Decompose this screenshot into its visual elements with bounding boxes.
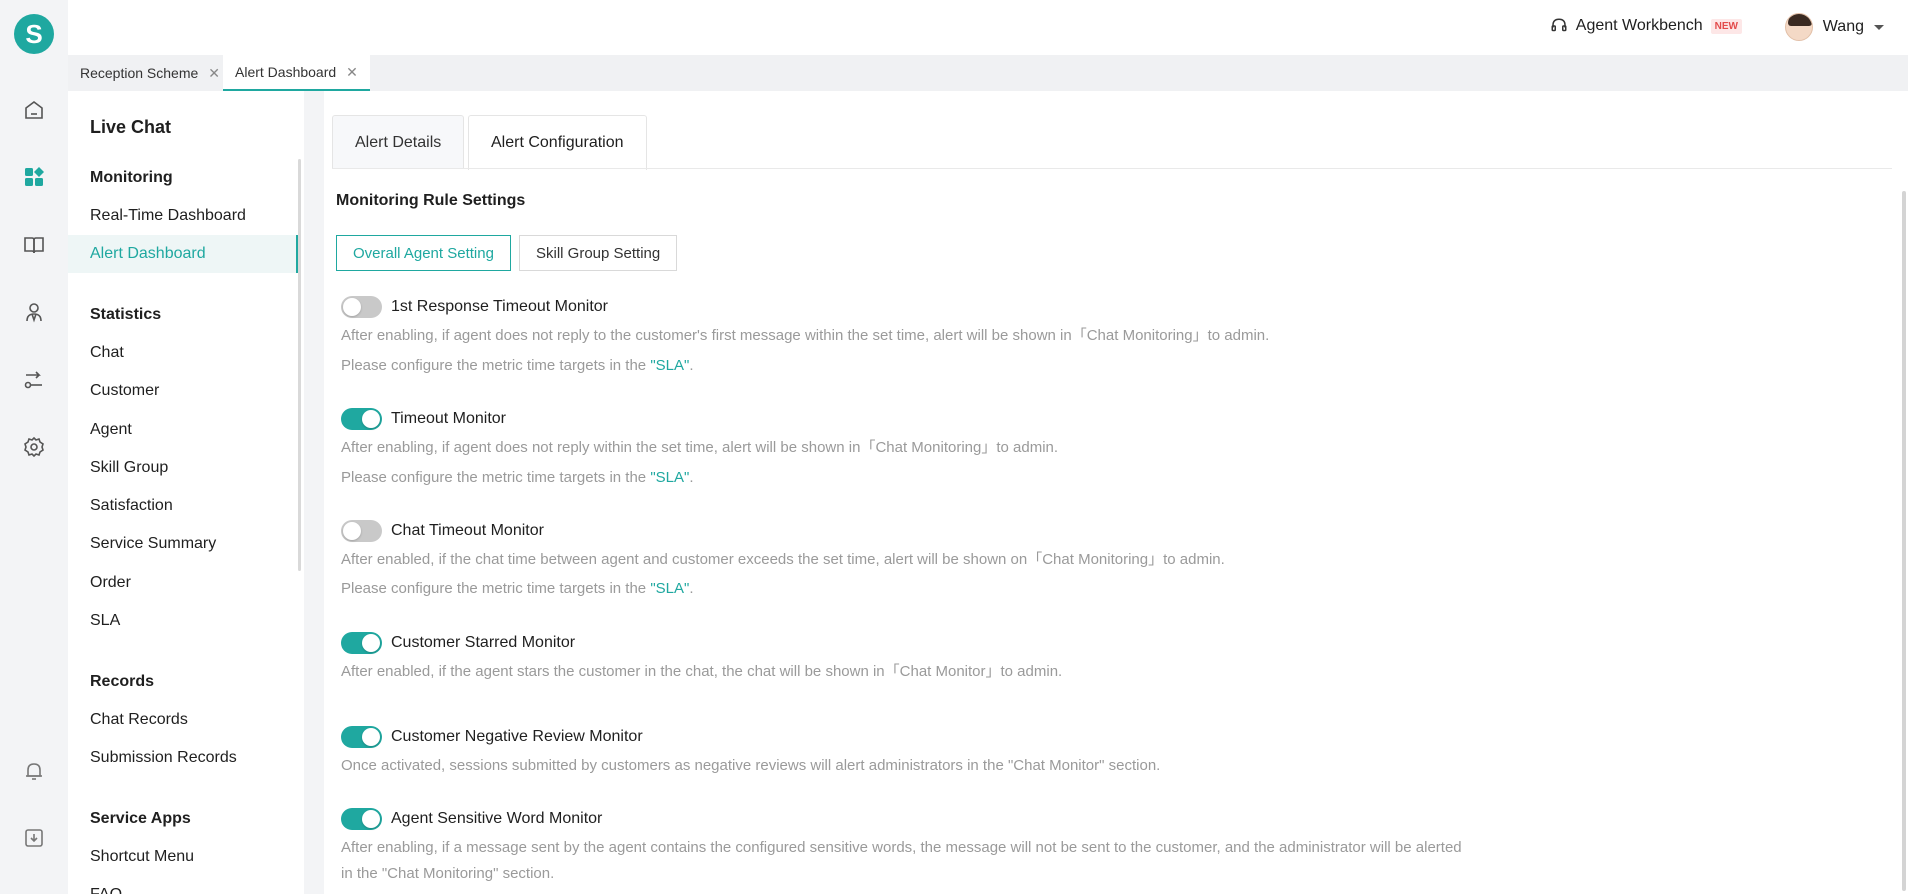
dashboard-icon[interactable] — [20, 163, 48, 191]
monitor-title: Agent Sensitive Word Monitor — [391, 810, 603, 827]
user-name: Wang — [1822, 18, 1864, 35]
alert-config-card: Alert Details Alert Configuration Monito… — [324, 91, 1908, 894]
sidebar-item-service-summary[interactable]: Service Summary — [68, 525, 298, 563]
monitor-description: After enabled, if the agent stars the cu… — [341, 663, 1063, 680]
overall-agent-setting-button[interactable]: Overall Agent Setting — [336, 235, 511, 271]
monitor-first-response-timeout: 1st Response Timeout Monitor — [341, 296, 608, 318]
customer-starred-monitor-toggle[interactable] — [341, 632, 382, 654]
monitor-description: After enabling, if agent does not reply … — [341, 327, 1270, 344]
download-icon[interactable] — [20, 824, 48, 852]
sidebar-scrollbar[interactable] — [298, 159, 301, 571]
monitor-title: Customer Starred Monitor — [391, 634, 576, 651]
avatar — [1784, 13, 1813, 41]
sidebar-item-chat-records[interactable]: Chat Records — [68, 701, 298, 739]
monitor-description: After enabling, if a message sent by the… — [341, 839, 1462, 882]
icon-rail: S — [0, 0, 68, 894]
monitor-description: Once activated, sessions submitted by cu… — [341, 757, 1161, 774]
timeout-monitor-toggle[interactable] — [341, 408, 382, 430]
sla-hint: Please configure the metric time targets… — [341, 580, 694, 597]
content-scrollbar[interactable] — [1902, 191, 1906, 891]
monitor-chat-timeout: Chat Timeout Monitor — [341, 520, 544, 542]
section-monitoring: Monitoring — [90, 169, 173, 186]
monitor-title: 1st Response Timeout Monitor — [391, 298, 608, 315]
section-service-apps: Service Apps — [90, 810, 191, 827]
page-tab-strip: Reception Scheme ✕ Alert Dashboard ✕ — [68, 55, 1908, 91]
first-response-timeout-toggle[interactable] — [341, 296, 382, 318]
routing-icon[interactable] — [20, 366, 48, 394]
page-tab-label: Reception Scheme — [80, 65, 199, 81]
sidebar-item-order[interactable]: Order — [68, 564, 298, 602]
top-bar: Agent Workbench NEW Wang — [68, 0, 1908, 55]
sidebar-item-skill-group[interactable]: Skill Group — [68, 449, 298, 487]
sla-link[interactable]: "SLA" — [650, 469, 689, 486]
tab-alert-configuration[interactable]: Alert Configuration — [468, 115, 647, 170]
sidebar-item-faq[interactable]: FAQ — [68, 876, 298, 894]
main-area: Alert Details Alert Configuration Monito… — [304, 91, 1908, 894]
new-badge: NEW — [1710, 18, 1742, 34]
sla-link[interactable]: "SLA" — [650, 580, 689, 597]
sla-hint: Please configure the metric time targets… — [341, 469, 694, 486]
user-menu[interactable]: Wang — [1784, 13, 1884, 41]
page-tab-label: Alert Dashboard — [235, 64, 337, 80]
monitor-title: Chat Timeout Monitor — [391, 522, 544, 539]
customer-negative-review-monitor-toggle[interactable] — [341, 726, 382, 748]
sidebar-item-chat[interactable]: Chat — [68, 334, 298, 372]
sidebar-title: Live Chat — [90, 117, 172, 137]
tab-divider — [332, 168, 1892, 169]
skill-group-setting-button[interactable]: Skill Group Setting — [519, 235, 678, 271]
page-tab-alert-dashboard[interactable]: Alert Dashboard ✕ — [223, 55, 370, 91]
monitor-description: After enabling, if agent does not reply … — [341, 439, 1059, 456]
chat-timeout-monitor-toggle[interactable] — [341, 520, 382, 542]
monitor-description: After enabled, if the chat time between … — [341, 551, 1225, 568]
knowledge-book-icon[interactable] — [20, 231, 48, 259]
section-records: Records — [90, 673, 155, 690]
agent-workbench-label: Agent Workbench — [1575, 17, 1703, 34]
section-statistics: Statistics — [90, 306, 162, 323]
close-icon[interactable]: ✕ — [208, 65, 220, 82]
sidebar-item-agent[interactable]: Agent — [68, 411, 298, 449]
sidebar-item-submission-records[interactable]: Submission Records — [68, 739, 298, 777]
monitor-title: Customer Negative Review Monitor — [391, 728, 643, 745]
sla-link[interactable]: "SLA" — [650, 357, 689, 374]
sidebar-item-shortcut-menu[interactable]: Shortcut Menu — [68, 838, 298, 876]
monitoring-rule-settings-title: Monitoring Rule Settings — [336, 192, 526, 209]
notification-bell-icon[interactable] — [20, 757, 48, 785]
tab-alert-details[interactable]: Alert Details — [332, 115, 465, 169]
app-logo[interactable]: S — [14, 14, 54, 54]
user-badge-icon[interactable] — [20, 298, 48, 326]
sidebar-item-customer[interactable]: Customer — [68, 372, 298, 410]
sidebar: Live Chat Monitoring Real-Time Dashboard… — [68, 91, 304, 894]
sidebar-item-sla[interactable]: SLA — [68, 602, 298, 640]
agent-workbench-link[interactable]: Agent Workbench NEW — [1550, 17, 1742, 35]
sidebar-item-real-time-dashboard[interactable]: Real-Time Dashboard — [68, 197, 298, 235]
monitor-agent-sensitive-word: Agent Sensitive Word Monitor — [341, 808, 602, 830]
headset-icon — [1551, 18, 1567, 32]
monitor-title: Timeout Monitor — [391, 410, 506, 427]
page-tab-reception-scheme[interactable]: Reception Scheme ✕ — [68, 55, 232, 91]
monitor-customer-starred: Customer Starred Monitor — [341, 632, 575, 654]
monitor-customer-negative-review: Customer Negative Review Monitor — [341, 726, 643, 748]
settings-gear-icon[interactable] — [20, 433, 48, 461]
sidebar-item-satisfaction[interactable]: Satisfaction — [68, 487, 298, 525]
close-icon[interactable]: ✕ — [346, 64, 358, 81]
home-icon[interactable] — [20, 96, 48, 124]
caret-down-icon — [1874, 24, 1884, 30]
monitor-timeout: Timeout Monitor — [341, 408, 506, 430]
agent-sensitive-word-monitor-toggle[interactable] — [341, 808, 382, 830]
sla-hint: Please configure the metric time targets… — [341, 357, 694, 374]
sidebar-item-alert-dashboard[interactable]: Alert Dashboard — [68, 235, 298, 273]
